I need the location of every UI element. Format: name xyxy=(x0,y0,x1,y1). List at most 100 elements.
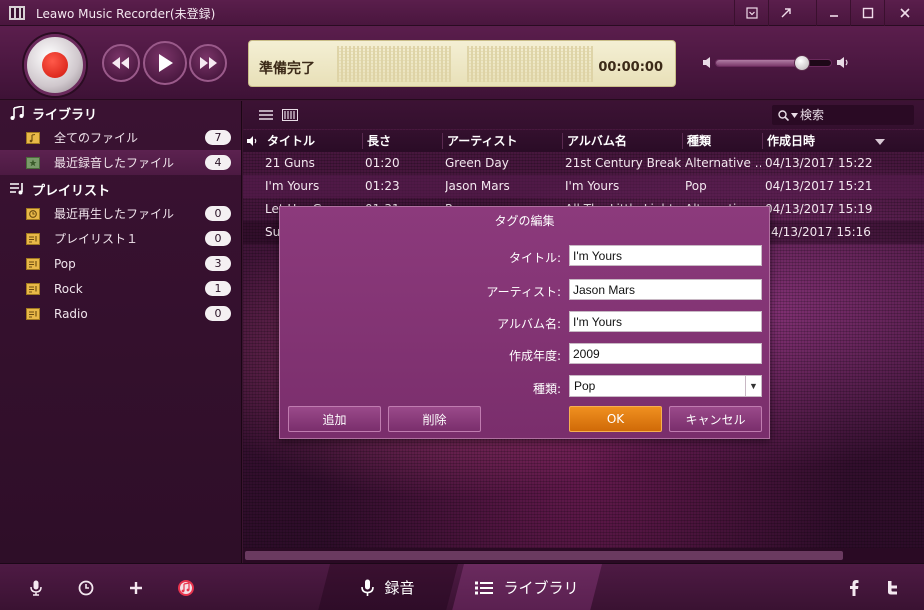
music-note-icon xyxy=(10,106,28,120)
playlist-icon xyxy=(10,182,28,196)
window-title: Leawo Music Recorder(未登録) xyxy=(36,7,216,21)
column-separator[interactable] xyxy=(762,133,763,149)
facebook-icon[interactable] xyxy=(844,578,864,598)
microphone-icon[interactable] xyxy=(26,578,46,598)
count-badge: 7 xyxy=(205,130,231,145)
column-header-album[interactable]: アルバム名 xyxy=(567,130,679,152)
column-separator[interactable] xyxy=(562,133,563,149)
itunes-icon[interactable] xyxy=(176,578,196,598)
column-separator[interactable] xyxy=(362,133,363,149)
add-button[interactable]: 追加 xyxy=(288,406,381,432)
plus-icon[interactable] xyxy=(126,578,146,598)
artist-field[interactable] xyxy=(569,279,762,300)
record-button[interactable] xyxy=(24,34,86,96)
cell-length: 01:23 xyxy=(365,179,400,193)
fast-forward-button[interactable] xyxy=(189,44,227,82)
sidebar-item-rock[interactable]: Rock 1 xyxy=(0,276,241,301)
delete-button[interactable]: 削除 xyxy=(388,406,481,432)
clock-icon[interactable] xyxy=(76,578,96,598)
play-button[interactable] xyxy=(143,41,187,85)
library-heading[interactable]: ライブラリ xyxy=(0,101,241,125)
column-header-length[interactable]: 長さ xyxy=(367,130,439,152)
sidebar-item-label: プレイリスト１ xyxy=(54,232,139,246)
chevron-down-icon[interactable]: ▼ xyxy=(745,376,761,396)
cell-artist: Jason Mars xyxy=(445,179,510,193)
column-header-date[interactable]: 作成日時 xyxy=(767,130,877,152)
cell-length: 01:20 xyxy=(365,156,400,170)
volume-low-icon[interactable] xyxy=(703,57,713,71)
playlist-folder-icon xyxy=(26,307,40,321)
sidebar-item-label: Rock xyxy=(54,281,83,296)
volume-knob[interactable] xyxy=(794,55,811,71)
playlist-heading[interactable]: プレイリスト xyxy=(0,177,241,201)
genre-select[interactable]: Pop ▼ xyxy=(569,375,762,397)
speaker-icon xyxy=(247,130,263,152)
cancel-button[interactable]: キャンセル xyxy=(669,406,762,432)
dropdown-icon[interactable] xyxy=(734,0,768,26)
sidebar-item-playlist-1[interactable]: プレイリスト１ 0 xyxy=(0,226,241,251)
twitter-icon[interactable] xyxy=(882,578,902,598)
cell-genre: Alternative … xyxy=(685,156,761,170)
tab-library[interactable]: ライブラリ xyxy=(452,564,602,610)
table-row[interactable]: 21 Guns 01:20 Green Day 21st Century Bre… xyxy=(243,152,924,175)
ok-button[interactable]: OK xyxy=(569,406,662,432)
scrollbar-thumb[interactable] xyxy=(245,551,843,560)
close-icon[interactable] xyxy=(884,0,924,26)
clock-folder-icon xyxy=(26,207,40,221)
search-box[interactable] xyxy=(772,105,914,125)
playlist-heading-label: プレイリスト xyxy=(32,183,111,199)
count-badge: 1 xyxy=(205,281,231,296)
sidebar-item-label: 全てのファイル xyxy=(54,131,139,145)
horizontal-scrollbar[interactable] xyxy=(243,548,924,563)
cell-artist: Green Day xyxy=(445,156,509,170)
count-badge: 3 xyxy=(205,256,231,271)
album-label: アルバム名: xyxy=(497,317,561,331)
tab-record[interactable]: 録音 xyxy=(318,564,458,610)
artist-label: アーティスト: xyxy=(486,285,561,299)
maximize-icon[interactable] xyxy=(850,0,884,26)
count-badge: 0 xyxy=(205,231,231,246)
minimize-icon[interactable] xyxy=(816,0,850,26)
sidebar-item-recent-recordings[interactable]: 最近録音したファイル 4 xyxy=(0,150,241,175)
search-input[interactable] xyxy=(800,108,900,122)
sidebar-item-all-files[interactable]: 全てのファイル 7 xyxy=(0,125,241,150)
equalizer-graphic xyxy=(467,46,593,82)
title-bar: Leawo Music Recorder(未登録) xyxy=(0,0,924,26)
table-row[interactable]: I'm Yours 01:23 Jason Mars I'm Yours Pop… xyxy=(243,175,924,198)
cell-date: 04/13/2017 15:21 xyxy=(765,179,873,193)
rewind-button[interactable] xyxy=(102,44,140,82)
rewind-icon xyxy=(112,57,129,69)
open-external-icon[interactable] xyxy=(768,0,802,26)
cell-genre: Pop xyxy=(685,179,707,193)
sidebar-item-recently-played[interactable]: 最近再生したファイル 0 xyxy=(0,201,241,226)
list-view-icon[interactable] xyxy=(257,107,275,123)
count-badge: 0 xyxy=(205,206,231,221)
sort-arrow-icon[interactable] xyxy=(875,130,889,152)
window-controls-gap xyxy=(802,0,816,26)
sidebar-item-label: Pop xyxy=(54,256,76,271)
column-header-genre[interactable]: 種類 xyxy=(687,130,759,152)
title-field[interactable] xyxy=(569,245,762,266)
column-separator[interactable] xyxy=(442,133,443,149)
volume-fill xyxy=(716,60,803,66)
sidebar-item-label: Radio xyxy=(54,306,88,321)
volume-slider[interactable] xyxy=(715,55,832,71)
detail-view-icon[interactable] xyxy=(281,107,299,123)
count-badge: 4 xyxy=(205,155,231,170)
cell-title: I'm Yours xyxy=(265,179,320,193)
library-heading-label: ライブラリ xyxy=(32,107,98,123)
column-separator[interactable] xyxy=(682,133,683,149)
genre-label: 種類: xyxy=(532,382,561,396)
sidebar-item-pop[interactable]: Pop 3 xyxy=(0,251,241,276)
list-toolbar xyxy=(243,101,924,129)
column-header-artist[interactable]: アーティスト xyxy=(447,130,559,152)
count-badge: 0 xyxy=(205,306,231,321)
sidebar-item-radio[interactable]: Radio 0 xyxy=(0,301,241,326)
year-field[interactable] xyxy=(569,343,762,364)
column-header-title[interactable]: タイトル xyxy=(267,130,359,152)
volume-high-icon[interactable] xyxy=(837,57,850,71)
record-dot-icon xyxy=(42,52,68,78)
album-field[interactable] xyxy=(569,311,762,332)
list-icon xyxy=(475,581,493,595)
tab-library-label: ライブラリ xyxy=(503,579,579,597)
